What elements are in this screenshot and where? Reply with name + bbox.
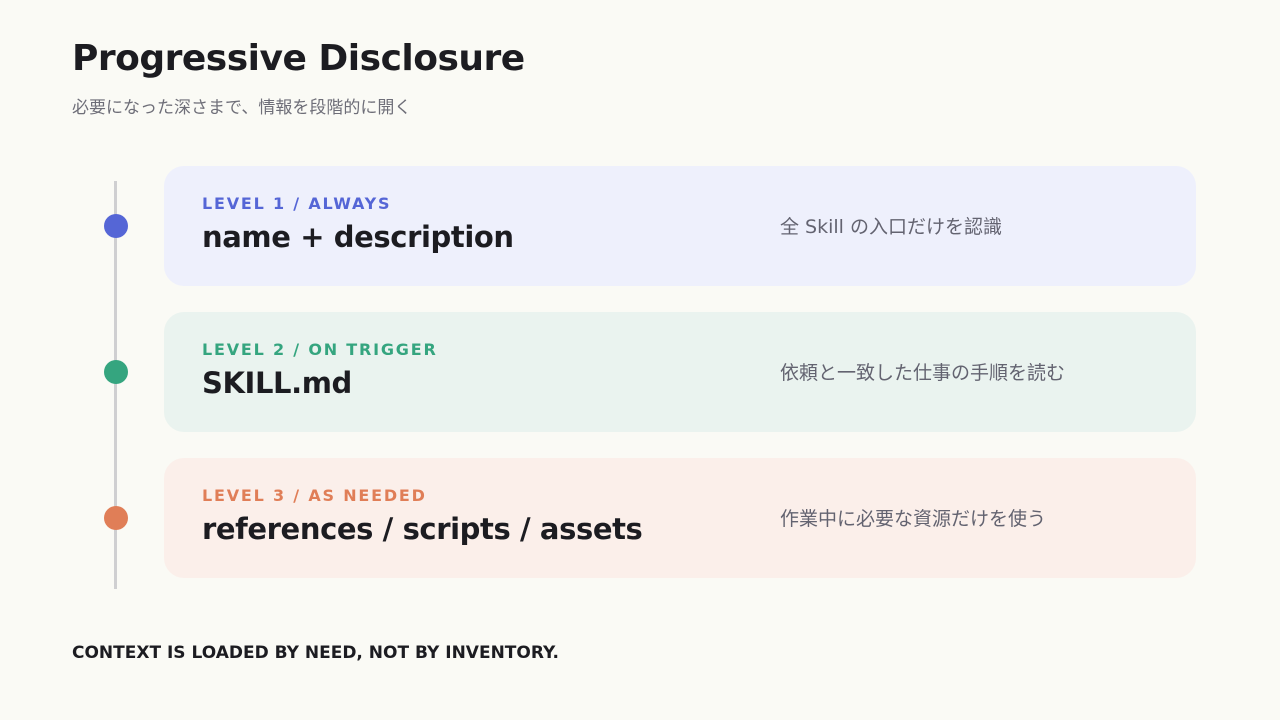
slide: Progressive Disclosure 必要になった深さまで、情報を段階的… <box>0 0 1280 720</box>
footer-tagline: CONTEXT IS LOADED BY NEED, NOT BY INVENT… <box>72 643 559 663</box>
level-2-description: 依頼と一致した仕事の手順を読む <box>780 362 1066 384</box>
level-1-description: 全 Skill の入口だけを認識 <box>780 216 1002 238</box>
level-3-card: LEVEL 3 / AS NEEDED references / scripts… <box>164 458 1196 578</box>
page-title: Progressive Disclosure <box>72 38 525 79</box>
timeline-dot-level-1 <box>104 214 128 238</box>
level-3-label: LEVEL 3 / AS NEEDED <box>202 486 427 505</box>
level-1-name: name + description <box>202 220 514 254</box>
level-2-name: SKILL.md <box>202 366 352 400</box>
level-2-card: LEVEL 2 / ON TRIGGER SKILL.md 依頼と一致した仕事の… <box>164 312 1196 432</box>
level-3-description: 作業中に必要な資源だけを使う <box>780 508 1047 530</box>
timeline-dot-level-3 <box>104 506 128 530</box>
level-3-name: references / scripts / assets <box>202 512 643 546</box>
level-1-card: LEVEL 1 / ALWAYS name + description 全 Sk… <box>164 166 1196 286</box>
level-1-label: LEVEL 1 / ALWAYS <box>202 194 392 213</box>
level-2-label: LEVEL 2 / ON TRIGGER <box>202 340 438 359</box>
timeline-dot-level-2 <box>104 360 128 384</box>
page-subtitle: 必要になった深さまで、情報を段階的に開く <box>72 98 412 118</box>
